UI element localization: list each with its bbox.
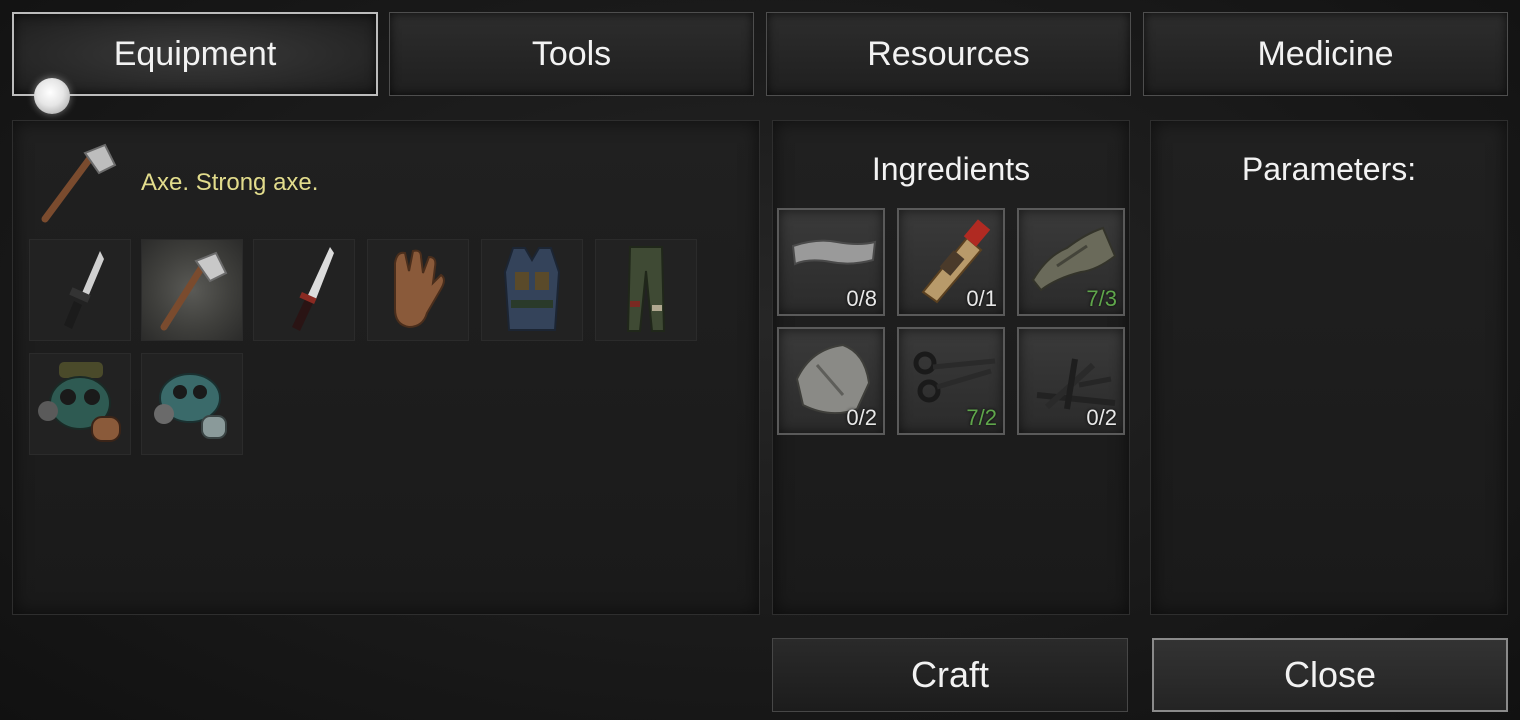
parameters-panel: Parameters: <box>1150 120 1508 615</box>
tab-medicine[interactable]: Medicine <box>1143 12 1508 96</box>
tab-tools-label: Tools <box>531 34 612 73</box>
craft-button[interactable]: Craft <box>772 638 1128 712</box>
item-list-panel: Axe. Strong axe. <box>12 120 760 615</box>
ingredient-count: 0/8 <box>846 286 877 311</box>
gloves-icon <box>383 243 453 338</box>
vest-icon <box>497 242 567 339</box>
ingredient-slot[interactable]: 7/2 <box>897 327 1005 435</box>
item-slot-knife[interactable] <box>29 239 131 341</box>
gas-mask-goggles-icon <box>34 357 126 452</box>
ingredient-slot[interactable]: 0/8 <box>777 208 885 316</box>
ingredient-slot[interactable]: 7/3 <box>1017 208 1125 316</box>
item-slot-gas-mask[interactable] <box>141 353 243 455</box>
item-slot-pants[interactable] <box>595 239 697 341</box>
item-slot-combat-knife[interactable] <box>253 239 355 341</box>
ingredient-count: 0/2 <box>846 405 877 430</box>
item-slot-gas-mask-goggles[interactable] <box>29 353 131 455</box>
item-slot-axe[interactable] <box>141 239 243 341</box>
item-slot-vest[interactable] <box>481 239 583 341</box>
item-slot-gloves[interactable] <box>367 239 469 341</box>
knife-icon <box>40 243 120 338</box>
close-button-label: Close <box>1283 654 1377 695</box>
ingredient-count: 7/3 <box>1086 286 1117 311</box>
axe-icon <box>150 243 234 338</box>
ingredient-slot[interactable]: 0/2 <box>777 327 885 435</box>
selected-item-info: Axe. Strong axe. <box>35 135 318 230</box>
ingredient-count: 0/1 <box>966 286 997 311</box>
tab-tools[interactable]: Tools <box>389 12 754 96</box>
ingredients-title: Ingredients <box>871 151 1031 187</box>
ingredient-count: 0/2 <box>1086 405 1117 430</box>
pants-icon <box>616 241 676 340</box>
parameters-title: Parameters: <box>1241 151 1417 187</box>
gas-mask-icon <box>146 358 238 451</box>
ingredient-count: 7/2 <box>966 405 997 430</box>
tab-equipment[interactable]: Equipment <box>12 12 378 96</box>
tab-equipment-label: Equipment <box>113 34 277 73</box>
combat-knife-icon <box>264 243 344 338</box>
craft-button-label: Craft <box>910 654 989 695</box>
ingredient-slot[interactable]: 0/1 <box>897 208 1005 316</box>
close-button[interactable]: Close <box>1152 638 1508 712</box>
item-description: Axe. Strong axe. <box>141 168 319 196</box>
tab-medicine-label: Medicine <box>1257 34 1394 73</box>
axe-icon <box>35 135 125 230</box>
selection-indicator-dot <box>34 78 70 114</box>
tab-resources[interactable]: Resources <box>766 12 1131 96</box>
ingredients-panel: Ingredients 0/8 0/1 7/3 0/2 7/2 0/2 <box>772 120 1130 615</box>
tab-resources-label: Resources <box>867 34 1030 73</box>
ingredient-slot[interactable]: 0/2 <box>1017 327 1125 435</box>
